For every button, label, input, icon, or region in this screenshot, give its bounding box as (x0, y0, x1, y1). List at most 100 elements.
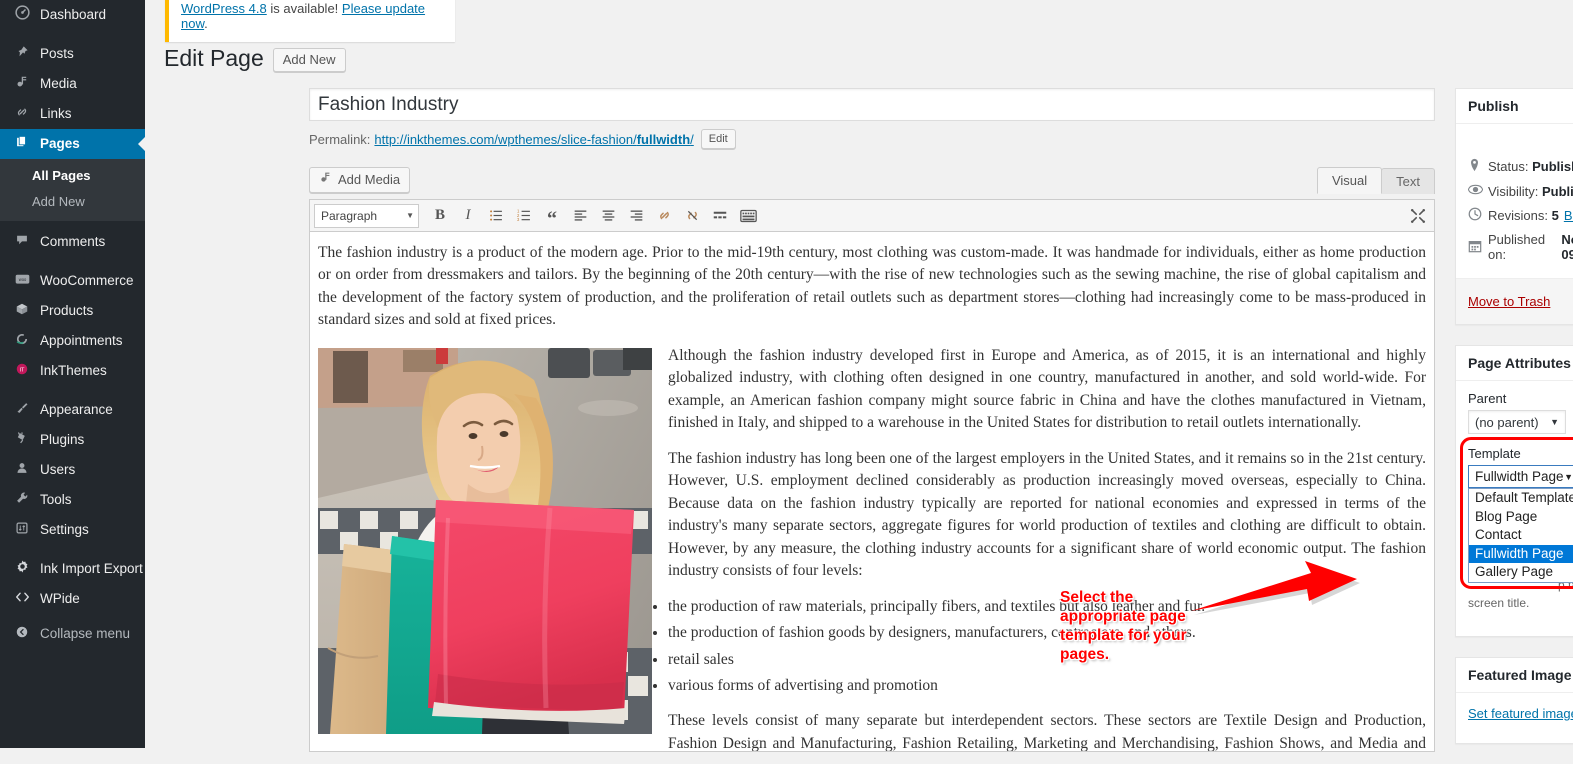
red-arrow-annotation (1191, 561, 1360, 615)
editor-mode-tabs: Visual Text (1316, 167, 1435, 194)
insert-link-icon[interactable] (651, 203, 677, 229)
publish-box-body: Preview Changes Status: Published Edit (1456, 124, 1573, 278)
align-center-icon[interactable] (595, 203, 621, 229)
sidebar-item-label: Comments (40, 234, 106, 249)
published-on-label: Published on: (1488, 232, 1546, 262)
sidebar-item-settings[interactable]: Settings (0, 515, 145, 545)
bold-icon[interactable]: B (427, 203, 453, 229)
tab-visual[interactable]: Visual (1316, 167, 1383, 194)
move-to-trash-link[interactable]: Move to Trash (1468, 294, 1550, 309)
preview-row: Preview Changes (1468, 134, 1573, 149)
post-title-input[interactable] (309, 88, 1435, 121)
sidebar-item-posts[interactable]: Posts (0, 39, 145, 69)
submenu-item-add-new[interactable]: Add New (0, 189, 145, 215)
template-select-value: Fullwidth Page (1475, 469, 1564, 484)
sidebar-item-appointments[interactable]: Appointments (0, 326, 145, 356)
published-on-row: Published on: Nov 26, 2011 @ 09:51 Edit (1468, 232, 1573, 262)
align-left-icon[interactable] (567, 203, 593, 229)
add-new-button[interactable]: Add New (272, 47, 346, 72)
bulleted-list-icon[interactable] (483, 203, 509, 229)
page-attributes-body: Parent (no parent) ▼ Template Fullwidth … (1456, 381, 1573, 636)
add-media-label: Add Media (338, 172, 401, 187)
tab-text[interactable]: Text (1381, 168, 1435, 194)
sidebar-item-label: WPide (40, 591, 80, 606)
update-notice: WordPress 4.8 is available! Please updat… (165, 0, 455, 42)
sidebar-item-label: Products (40, 303, 94, 318)
admin-sidebar: Dashboard Posts Media Links Pages All Pa… (0, 0, 146, 748)
template-option-default-template[interactable]: Default Template (1469, 489, 1573, 508)
sidebar-item-label: Posts (40, 46, 74, 61)
sidebar-item-label: Media (40, 76, 77, 91)
wordpress-version-link[interactable]: WordPress 4.8 (181, 1, 267, 16)
italic-icon[interactable]: I (455, 203, 481, 229)
set-featured-image-link[interactable]: Set featured image (1468, 706, 1573, 721)
submenu-item-all-pages[interactable]: All Pages (0, 163, 145, 189)
sidebar-item-tools[interactable]: Tools (0, 485, 145, 515)
media-icon (11, 69, 33, 99)
parent-select[interactable]: (no parent) ▼ (1468, 410, 1566, 434)
sidebar-item-products[interactable]: Products (0, 296, 145, 326)
permalink-link[interactable]: http://inkthemes.com/wpthemes/slice-fash… (374, 132, 693, 147)
publish-box-header[interactable]: Publish ▲ (1456, 89, 1573, 124)
permalink-row: Permalink: http://inkthemes.com/wpthemes… (309, 129, 1435, 149)
status-value: Published (1532, 159, 1573, 174)
toolbar-toggle-icon[interactable] (735, 203, 761, 229)
sidebar-item-media[interactable]: Media (0, 69, 145, 99)
align-right-icon[interactable] (623, 203, 649, 229)
sidebar-item-dashboard[interactable]: Dashboard (0, 0, 145, 30)
sidebar-item-appearance[interactable]: Appearance (0, 395, 145, 425)
sidebar-item-label: Tools (40, 492, 72, 507)
remove-link-icon[interactable] (679, 203, 705, 229)
featured-image-body: Set featured image (1456, 693, 1573, 743)
featured-image-title: Featured Image (1468, 667, 1572, 683)
revisions-label: Revisions: (1488, 208, 1548, 223)
eye-icon (1467, 183, 1488, 199)
template-option-blog-page[interactable]: Blog Page (1469, 508, 1573, 527)
revisions-row: Revisions: 5 Browse (1468, 207, 1573, 224)
sidebar-item-woocommerce[interactable]: woo WooCommerce (0, 266, 145, 296)
media-icon (319, 171, 332, 189)
notice-middle-text: is available! (266, 1, 342, 16)
clock-icon (1468, 207, 1488, 224)
parent-select-value: (no parent) (1475, 414, 1539, 430)
featured-image-header[interactable]: Featured Image ▲ (1456, 658, 1573, 693)
editor-rich-text: The fashion industry is a product of the… (318, 242, 1426, 751)
sidebar-separator (0, 257, 145, 266)
insert-read-more-icon[interactable] (707, 203, 733, 229)
template-option-gallery-page[interactable]: Gallery Page (1469, 563, 1573, 582)
woocommerce-icon: woo (11, 266, 33, 296)
sidebar-item-label: Ink Import Export (40, 561, 143, 576)
sidebar-item-ink-import-export[interactable]: Ink Import Export (0, 554, 145, 584)
sidebar-item-plugins[interactable]: Plugins (0, 425, 145, 455)
sidebar-separator (0, 545, 145, 554)
svg-text:woo: woo (18, 277, 26, 282)
settings-icon (11, 515, 33, 545)
blockquote-icon[interactable]: “ (539, 203, 565, 229)
template-option-contact[interactable]: Contact (1469, 526, 1573, 545)
distraction-free-icon[interactable] (1410, 208, 1426, 227)
template-option-fullwidth-page[interactable]: Fullwidth Page (1469, 544, 1573, 563)
wrench-icon (11, 485, 33, 515)
template-select[interactable]: Fullwidth Page ▼ (1468, 465, 1573, 488)
browse-revisions-link[interactable]: Browse (1564, 208, 1573, 223)
numbered-list-icon[interactable]: 123 (511, 203, 537, 229)
paragraph-format-select[interactable]: Paragraph ▼ (314, 203, 419, 228)
sidebar-item-inkthemes[interactable]: IT InkThemes (0, 356, 145, 386)
collapse-menu-button[interactable]: Collapse menu (0, 619, 145, 649)
sidebar-item-comments[interactable]: Comments (0, 227, 145, 257)
plug-icon (11, 425, 33, 455)
sidebar-item-links[interactable]: Links (0, 99, 145, 129)
pin-marker-icon (1468, 158, 1488, 175)
sidebar-item-pages[interactable]: Pages (0, 129, 146, 159)
template-options-dropdown[interactable]: Default Template Blog Page Contact Fullw… (1468, 488, 1573, 583)
editor-content-area[interactable]: The fashion industry is a product of the… (309, 232, 1435, 752)
page-attributes-header[interactable]: Page Attributes ▲ (1456, 346, 1573, 381)
pages-submenu: All Pages Add New (0, 159, 145, 221)
post-settings-sidebar: Publish ▲ Preview Changes Status: Publis… (1455, 88, 1573, 764)
publish-actions-row: Move to Trash Update (1456, 278, 1573, 324)
notice-period: . (204, 16, 208, 31)
sidebar-item-users[interactable]: Users (0, 455, 145, 485)
sidebar-item-wpide[interactable]: WPide (0, 584, 145, 614)
edit-permalink-button[interactable]: Edit (700, 129, 736, 149)
add-media-button[interactable]: Add Media (309, 167, 411, 193)
